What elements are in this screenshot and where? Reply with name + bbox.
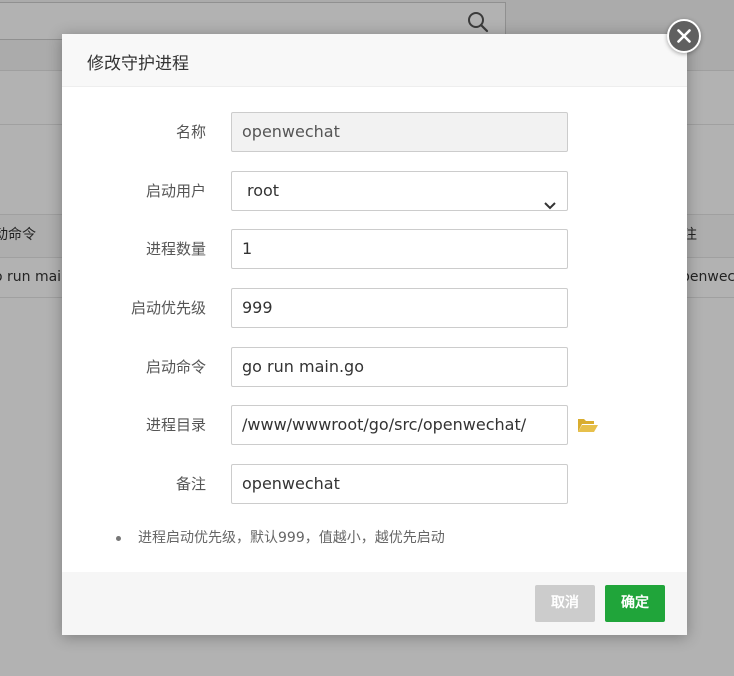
- command-label: 启动命令: [145, 358, 206, 376]
- form-row-process-count: 进程数量 1: [62, 229, 687, 269]
- help-text: 进程启动优先级，默认999，值越小，越优先启动: [138, 530, 445, 546]
- close-button[interactable]: [667, 19, 701, 53]
- edit-daemon-dialog: 修改守护进程 名称 openwechat 启动用户 root 进程数量 1 启动…: [62, 34, 687, 635]
- name-field[interactable]: openwechat: [231, 112, 568, 152]
- dialog-header: 修改守护进程: [62, 34, 687, 87]
- dialog-footer: 取消 确定: [62, 572, 687, 635]
- priority-label: 启动优先级: [130, 299, 206, 317]
- form-row-name: 名称 openwechat: [62, 112, 687, 152]
- priority-field[interactable]: 999: [231, 288, 568, 328]
- directory-field[interactable]: /www/wwwroot/go/src/openwechat/: [231, 405, 568, 445]
- note-field[interactable]: openwechat: [231, 464, 568, 504]
- user-label: 启动用户: [145, 182, 206, 200]
- form-row-user: 启动用户 root: [62, 171, 687, 211]
- user-select-value: root: [247, 181, 280, 200]
- user-select[interactable]: root: [231, 171, 568, 211]
- bullet-icon: [116, 536, 121, 541]
- help-item: 进程启动优先级，默认999，值越小，越优先启动: [62, 528, 687, 548]
- confirm-button[interactable]: 确定: [605, 585, 665, 622]
- process-count-label: 进程数量: [145, 240, 206, 258]
- process-count-field[interactable]: 1: [231, 229, 568, 269]
- name-label: 名称: [175, 123, 206, 141]
- form-row-directory: 进程目录 /www/wwwroot/go/src/openwechat/: [62, 405, 687, 445]
- form-row-command: 启动命令 go run main.go: [62, 347, 687, 387]
- help-list: 进程启动优先级，默认999，值越小，越优先启动: [62, 528, 687, 548]
- dialog-title: 修改守护进程: [87, 54, 189, 74]
- chevron-down-icon: [544, 186, 556, 224]
- form-row-note: 备注 openwechat: [62, 464, 687, 504]
- directory-label: 进程目录: [145, 416, 206, 434]
- form-row-priority: 启动优先级 999: [62, 288, 687, 328]
- command-field[interactable]: go run main.go: [231, 347, 568, 387]
- note-label: 备注: [175, 475, 206, 493]
- folder-open-icon[interactable]: [577, 416, 599, 434]
- cancel-button[interactable]: 取消: [535, 585, 595, 622]
